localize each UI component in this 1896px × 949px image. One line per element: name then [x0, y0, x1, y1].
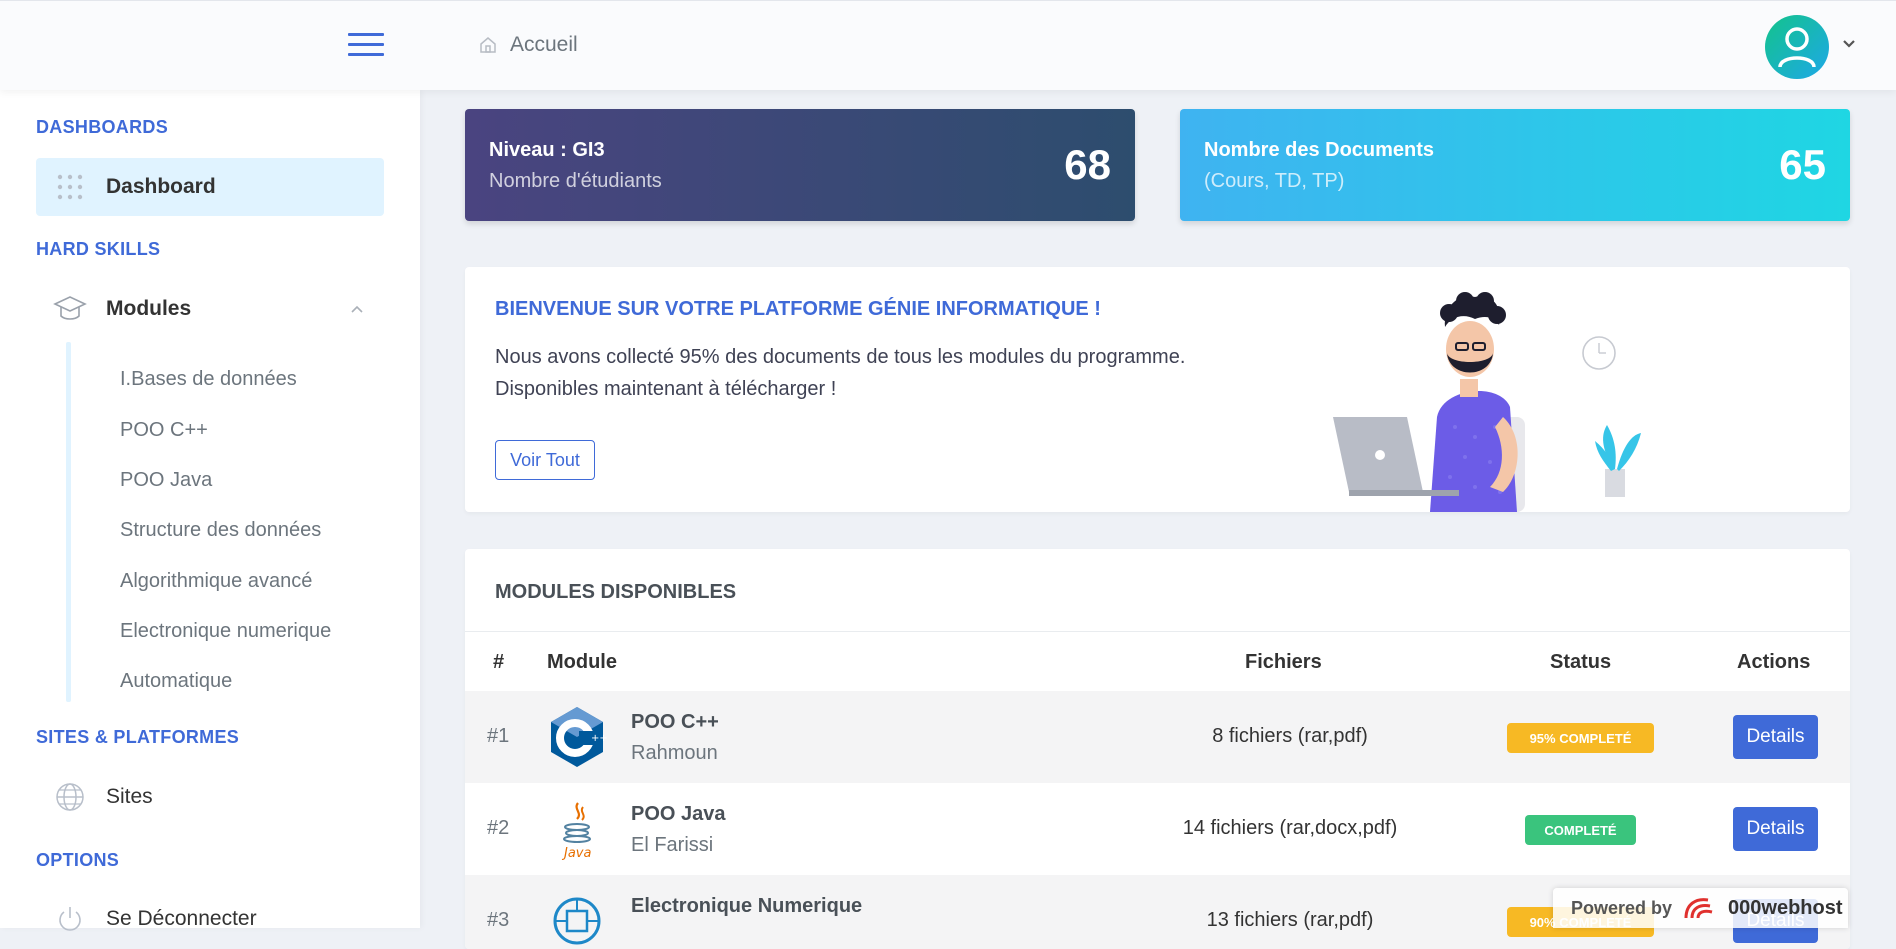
- submenu-item[interactable]: Algorithmique avancé: [120, 570, 312, 593]
- powered-label: Powered by: [1571, 897, 1673, 918]
- column-header: Module: [547, 651, 617, 673]
- sidebar-item-label: Dashboard: [106, 175, 216, 198]
- submenu-item[interactable]: Automatique: [120, 670, 232, 693]
- column-header: Status: [1550, 651, 1612, 673]
- card-value: 68: [1064, 141, 1111, 188]
- svg-text:Java: Java: [561, 846, 591, 861]
- grid-icon: [52, 172, 88, 202]
- webhost-logo-icon: [1684, 898, 1713, 919]
- details-button[interactable]: Details: [1733, 807, 1818, 851]
- divider: [465, 631, 1850, 632]
- submenu-item[interactable]: Electronique numerique: [120, 620, 331, 643]
- sidebar: DASHBOARDS Dashboard HARD SKILLS Modules: [0, 90, 420, 931]
- welcome-card: BIENVENUE SUR VOTRE PLATFORME GÉNIE INFO…: [465, 267, 1850, 512]
- section-dashboards: DASHBOARDS: [36, 117, 169, 137]
- svg-text:++: ++: [591, 733, 608, 744]
- modules-title: MODULES DISPONIBLES: [495, 581, 737, 603]
- breadcrumb-home[interactable]: Accueil: [510, 33, 578, 57]
- chevron-up-icon[interactable]: [350, 304, 364, 314]
- graduation-cap-icon: [52, 294, 88, 324]
- user-icon: [1778, 27, 1816, 68]
- submenu-item[interactable]: I.Bases de données: [120, 368, 297, 391]
- module-name: POO C++: [631, 711, 719, 733]
- chevron-down-icon[interactable]: [1842, 37, 1856, 51]
- welcome-title: BIENVENUE SUR VOTRE PLATFORME GÉNIE INFO…: [495, 298, 1101, 320]
- powered-brand: 000webhost: [1728, 896, 1843, 919]
- breadcrumb: Accueil: [478, 33, 578, 57]
- status-badge: COMPLETÉ: [1525, 815, 1636, 845]
- module-professor: Rahmoun: [631, 742, 718, 764]
- user-avatar[interactable]: [1765, 15, 1829, 79]
- submenu-item[interactable]: Structure des données: [120, 519, 321, 542]
- module-name: POO Java: [631, 803, 726, 825]
- submenu-item[interactable]: POO Java: [120, 469, 212, 492]
- developer-illustration: [1333, 292, 1641, 512]
- card-value: 65: [1779, 141, 1826, 188]
- menu-toggle-icon[interactable]: [348, 33, 384, 57]
- top-header: Accueil: [0, 0, 1896, 90]
- voir-tout-button[interactable]: Voir Tout: [495, 440, 595, 480]
- status-badge: 95% COMPLETÉ: [1507, 723, 1654, 753]
- stat-card-documents: Nombre des Documents (Cours, TD, TP) 65: [1180, 109, 1850, 221]
- card-subtitle: (Cours, TD, TP): [1204, 170, 1345, 192]
- table-row: #2 Java POO Java El Farissi 14 fichiers …: [465, 783, 1850, 875]
- circuit-chip-icon: [553, 897, 601, 945]
- java-logo-icon: Java: [561, 802, 591, 861]
- column-header: Fichiers: [1245, 651, 1322, 673]
- sidebar-item-label: Se Déconnecter: [106, 907, 257, 930]
- cpp-logo-icon: ++: [551, 707, 608, 767]
- module-files: 8 fichiers (rar,pdf): [1212, 725, 1368, 747]
- sidebar-item-modules[interactable]: Modules: [36, 280, 384, 338]
- section-sites: SITES & PLATFORMES: [36, 727, 240, 747]
- row-number: #2: [487, 817, 510, 839]
- globe-icon: [52, 782, 88, 812]
- sidebar-item-label: Sites: [106, 785, 153, 808]
- module-professor: El Farissi: [631, 834, 714, 856]
- row-number: #1: [487, 725, 510, 747]
- welcome-line: Nous avons collecté 95% des documents de…: [495, 346, 1186, 368]
- section-options: OPTIONS: [36, 850, 120, 870]
- module-files: 14 fichiers (rar,docx,pdf): [1182, 817, 1398, 839]
- powered-by-banner[interactable]: Powered by 000webhost: [1553, 888, 1848, 928]
- card-subtitle: Nombre d'étudiants: [489, 170, 662, 192]
- stat-card-students: Niveau : GI3 Nombre d'étudiants 68: [465, 109, 1135, 221]
- column-header: #: [493, 651, 505, 673]
- card-title: Nombre des Documents: [1204, 139, 1435, 161]
- section-hard-skills: HARD SKILLS: [36, 239, 161, 259]
- sidebar-item-label: Modules: [106, 297, 192, 320]
- sidebar-item-dashboard[interactable]: Dashboard: [36, 158, 384, 216]
- sidebar-item-sites[interactable]: Sites: [36, 768, 384, 826]
- column-header: Actions: [1737, 651, 1811, 673]
- details-button[interactable]: Details: [1733, 715, 1818, 759]
- submenu-item[interactable]: POO C++: [120, 419, 208, 442]
- sidebar-item-logout[interactable]: Se Déconnecter: [36, 890, 384, 948]
- table-row: #1 ++ POO C++ Rahmoun 8 fichiers (rar,pd…: [465, 691, 1850, 783]
- power-icon: [52, 904, 88, 934]
- welcome-line: Disponibles maintenant à télécharger !: [495, 378, 837, 400]
- module-name: Electronique Numerique: [631, 895, 863, 917]
- submenu-indicator: [66, 342, 71, 702]
- row-number: #3: [487, 909, 510, 931]
- card-title: Niveau : GI3: [489, 139, 605, 161]
- home-icon: [480, 37, 496, 53]
- module-files: 13 fichiers (rar,pdf): [1206, 909, 1374, 931]
